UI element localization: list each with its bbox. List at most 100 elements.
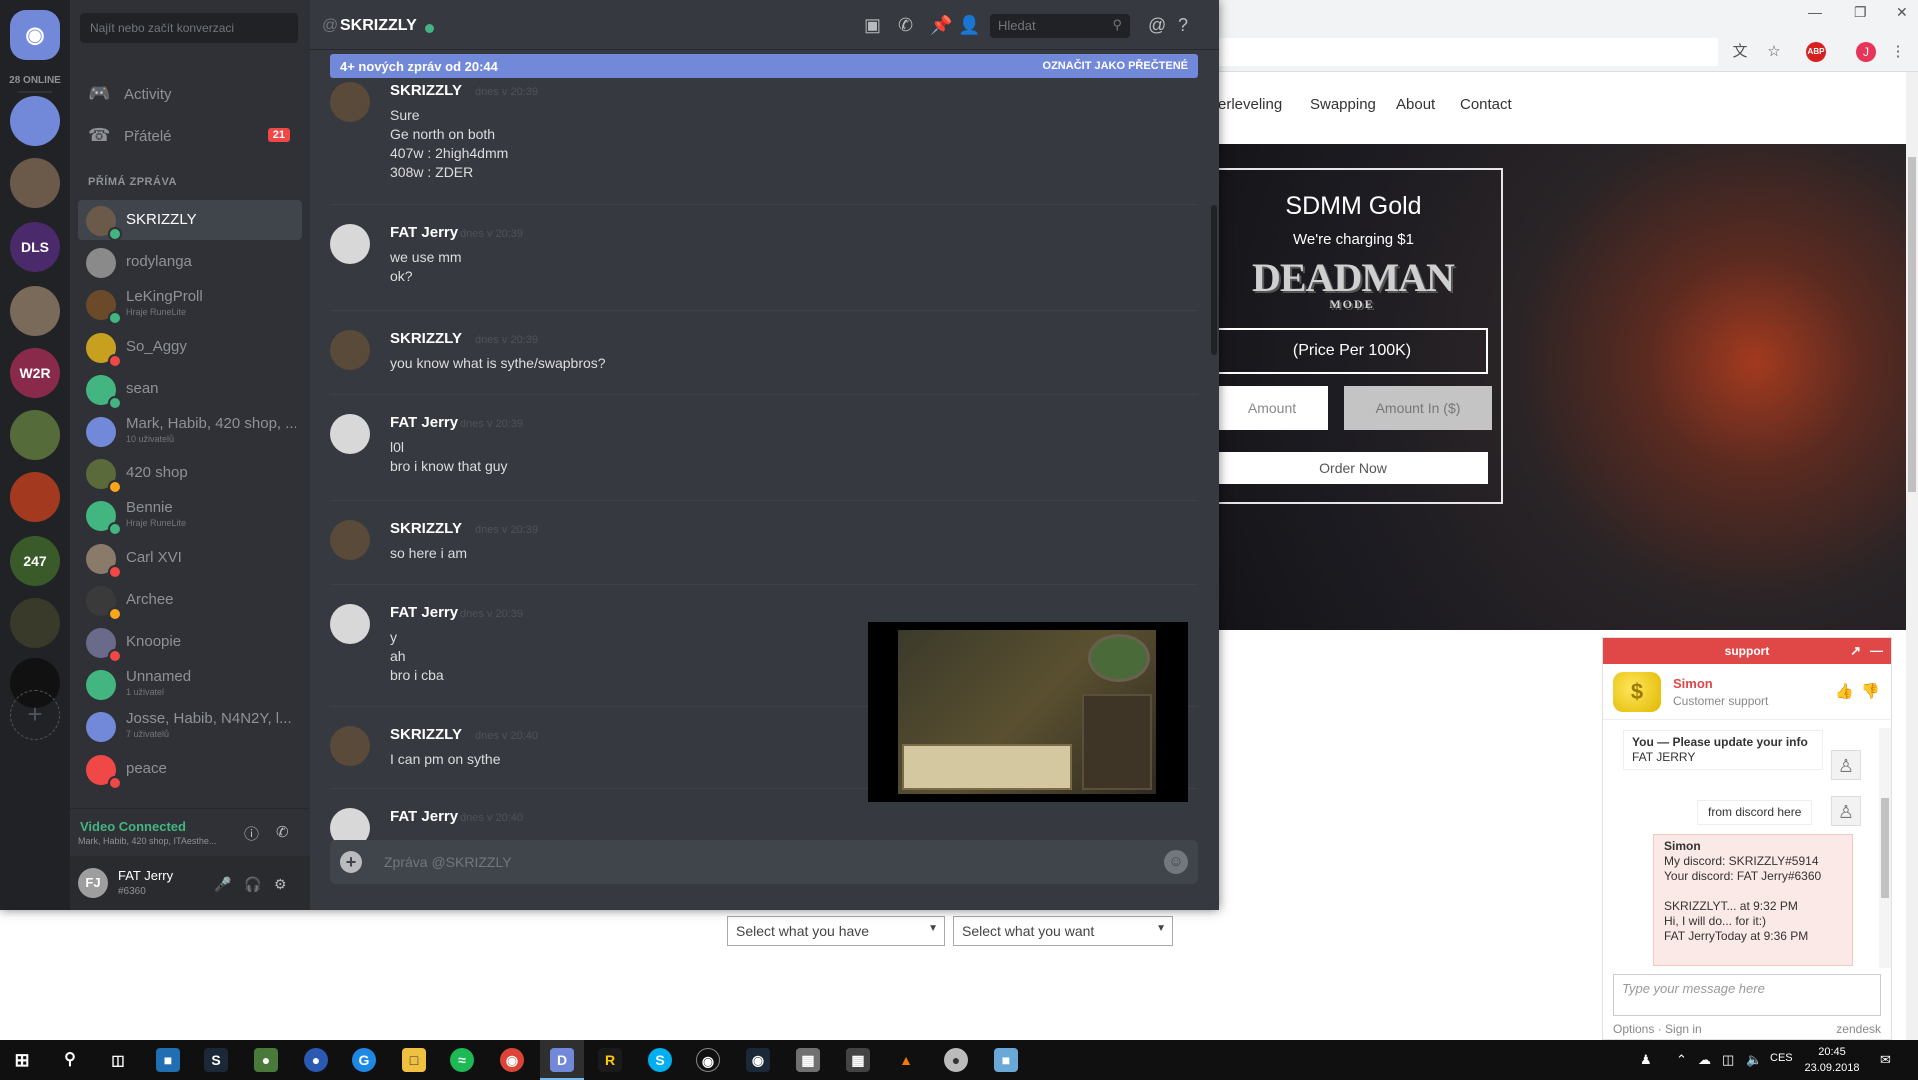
steam-icon[interactable]: ◉	[746, 1048, 770, 1072]
dm-item[interactable]: LeKingProll Hraje RuneLite	[78, 284, 302, 326]
dm-item[interactable]: Carl XVI	[78, 538, 302, 579]
menu-icon[interactable]: ⋮	[1888, 42, 1908, 62]
calculator-icon[interactable]: ▦	[846, 1048, 870, 1072]
chat-scrollbar[interactable]	[1211, 205, 1217, 355]
info-icon[interactable]: ⓘ	[244, 823, 259, 844]
dm-item[interactable]: Archee	[78, 580, 302, 621]
minimize-chat-icon[interactable]: —	[1870, 638, 1883, 664]
video-embed[interactable]	[868, 622, 1188, 802]
steam-icon[interactable]: S	[204, 1048, 228, 1072]
emoji-icon[interactable]: ☺	[1164, 850, 1188, 874]
dm-item[interactable]: sean	[78, 369, 302, 410]
mark-as-read-button[interactable]: OZNAČIT JAKO PŘEČTENÉ	[1043, 60, 1188, 72]
discord-home-icon[interactable]: ◉	[10, 10, 60, 60]
server-icon[interactable]	[10, 410, 60, 460]
dm-item[interactable]: peace	[78, 749, 302, 790]
mentions-icon[interactable]: @	[1148, 15, 1166, 36]
amount-usd-input[interactable]: Amount In ($)	[1344, 386, 1492, 430]
user-avatar[interactable]: FJ	[78, 868, 108, 898]
chat-search-input[interactable]: Hledat ⚲	[990, 14, 1130, 38]
dm-item[interactable]: rodylanga	[78, 242, 302, 282]
skype-icon[interactable]: S	[648, 1048, 672, 1072]
system-clock[interactable]: 20:45 23.09.2018	[1802, 1044, 1862, 1076]
obs-icon[interactable]: ◉	[696, 1048, 720, 1072]
restore-icon[interactable]: ❐	[1854, 4, 1867, 21]
help-icon[interactable]: ?	[1178, 15, 1188, 36]
app-icon[interactable]: G	[352, 1048, 376, 1072]
video-call-icon[interactable]: ▣	[864, 15, 881, 36]
message-author[interactable]: FAT Jerry	[390, 604, 458, 621]
server-icon[interactable]	[10, 96, 60, 146]
add-friend-icon[interactable]: 👤	[958, 15, 980, 36]
notifications-icon[interactable]: ✉	[1880, 1052, 1891, 1068]
message-avatar[interactable]	[330, 82, 370, 122]
thumbs-up-icon[interactable]: 👍	[1835, 682, 1854, 700]
pin-icon[interactable]: 📌	[930, 15, 952, 36]
adblock-icon[interactable]: ABP	[1806, 42, 1826, 62]
chat-scrollbar[interactable]	[1879, 728, 1891, 968]
language-indicator[interactable]: CES	[1770, 1052, 1793, 1064]
chrome-icon[interactable]: ◉	[500, 1048, 524, 1072]
dm-item[interactable]: 420 shop	[78, 453, 302, 495]
nav-link-leveling[interactable]: erleveling	[1218, 96, 1282, 113]
message-avatar[interactable]	[330, 726, 370, 766]
select-have[interactable]: Select what you have ▼	[727, 916, 945, 946]
message-author[interactable]: FAT Jerry	[390, 808, 458, 825]
message-avatar[interactable]	[330, 520, 370, 560]
dm-item[interactable]: Knoopie	[78, 622, 302, 663]
voice-call-icon[interactable]: ✆	[898, 15, 913, 36]
app-icon[interactable]: ●	[944, 1048, 968, 1072]
friends-nav[interactable]: ☎ Přátelé 21	[78, 116, 302, 156]
dm-item[interactable]: So_Aggy	[78, 327, 302, 368]
server-icon[interactable]: DLS	[10, 222, 60, 272]
search-icon[interactable]: ⚲	[58, 1048, 82, 1072]
message-author[interactable]: FAT Jerry	[390, 224, 458, 241]
find-conversation-input[interactable]: Najít nebo začít konverzaci	[80, 13, 298, 43]
message-author[interactable]: SKRIZZLY	[390, 726, 462, 743]
server-icon[interactable]	[10, 158, 60, 208]
network-icon[interactable]: ◫	[1722, 1052, 1734, 1068]
server-icon[interactable]	[10, 472, 60, 522]
dm-item[interactable]: Mark, Habib, 420 shop, ... 10 uživatelů	[78, 411, 302, 451]
activity-nav[interactable]: 🎮 Activity	[78, 74, 302, 114]
server-icon[interactable]	[10, 598, 60, 648]
support-message-input[interactable]: Type your message here	[1613, 974, 1881, 1016]
new-messages-bar[interactable]: 4+ nových zpráv od 20:44 OZNAČIT JAKO PŘ…	[330, 54, 1198, 78]
microphone-icon[interactable]: 🎤	[214, 876, 231, 893]
disconnect-icon[interactable]: ✆	[276, 823, 289, 841]
message-avatar[interactable]	[330, 604, 370, 644]
vlc-icon[interactable]: ▲	[894, 1048, 918, 1072]
message-avatar[interactable]	[330, 224, 370, 264]
runelite-icon[interactable]: R	[598, 1048, 622, 1072]
close-icon[interactable]: ✕	[1896, 4, 1908, 21]
upload-plus-icon[interactable]: +	[340, 851, 362, 873]
file-explorer-icon[interactable]: □	[402, 1048, 426, 1072]
server-icon[interactable]	[10, 286, 60, 336]
nav-link-about[interactable]: About	[1396, 96, 1435, 113]
select-want[interactable]: Select what you want ▼	[953, 916, 1173, 946]
star-icon[interactable]: ☆	[1764, 42, 1784, 62]
order-now-button[interactable]: Order Now	[1218, 452, 1488, 484]
profile-avatar[interactable]: J	[1856, 42, 1876, 62]
tray-chevron-icon[interactable]: ⌃	[1676, 1052, 1687, 1068]
app-icon[interactable]: ●	[304, 1048, 328, 1072]
app-icon[interactable]: ■	[156, 1048, 180, 1072]
windows-start-icon[interactable]: ⊞	[10, 1048, 34, 1072]
discord-icon[interactable]: D	[550, 1048, 574, 1072]
options-link[interactable]: Options · Sign in	[1613, 1022, 1702, 1036]
message-author[interactable]: SKRIZZLY	[390, 330, 462, 347]
message-author[interactable]: SKRIZZLY	[390, 82, 462, 99]
address-bar[interactable]	[1218, 38, 1718, 66]
task-view-icon[interactable]: ◫	[106, 1048, 130, 1072]
dm-item[interactable]: Josse, Habib, N4N2Y, l... 7 uživatelů	[78, 706, 302, 746]
dm-item[interactable]: Bennie Hraje RuneLite	[78, 495, 302, 537]
app-icon[interactable]: ●	[254, 1048, 278, 1072]
app-icon[interactable]: ■	[994, 1048, 1018, 1072]
volume-icon[interactable]: 🔈	[1746, 1052, 1762, 1068]
settings-gear-icon[interactable]: ⚙	[274, 876, 287, 893]
thumbs-down-icon[interactable]: 👎	[1861, 682, 1880, 700]
server-icon[interactable]: W2R	[10, 348, 60, 398]
message-avatar[interactable]	[330, 414, 370, 454]
server-icon[interactable]: 247	[10, 536, 60, 586]
amount-input[interactable]: Amount	[1216, 386, 1328, 430]
